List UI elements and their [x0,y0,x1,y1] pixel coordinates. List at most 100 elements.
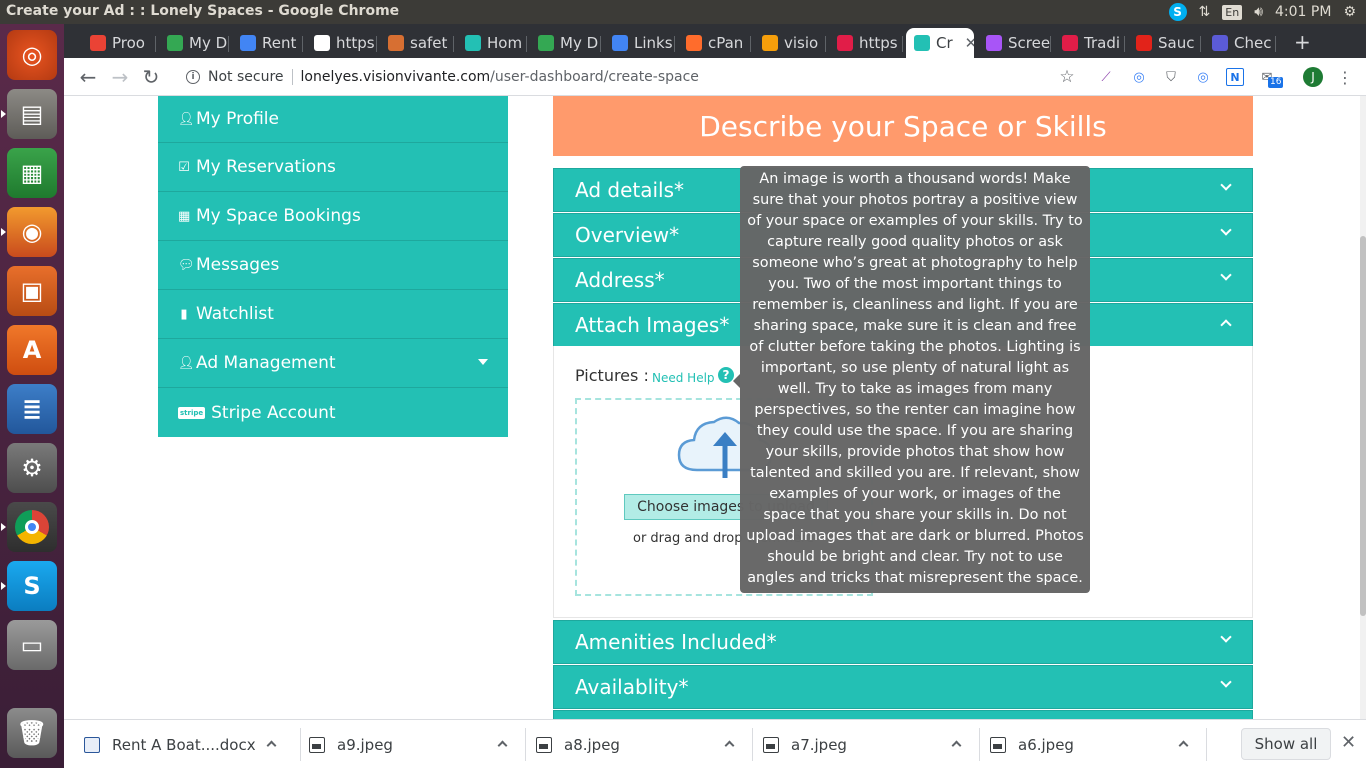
tooltip-text: An image is worth a thousand words! Make… [746,171,1084,586]
tab-label: safet [410,34,448,52]
bookmark-star-icon[interactable]: ☆ [1058,67,1076,87]
n-extension-icon[interactable]: N [1226,68,1244,86]
chevron-up-icon[interactable] [497,740,508,751]
clock[interactable]: 4:01 PM [1275,4,1331,20]
power-gear-icon[interactable]: ⚙ [1343,4,1356,20]
chrome-launcher[interactable] [1,502,57,552]
browser-tab[interactable]: Hom [457,28,527,58]
chevron-up-icon[interactable] [724,740,735,751]
libreoffice-impress-launcher[interactable]: ▣ [7,266,57,316]
app-icon [837,35,853,51]
chevron-up-icon[interactable] [1178,740,1189,751]
extension-circle-icon[interactable]: ◎ [1130,68,1148,86]
vision-icon [762,35,778,51]
download-item[interactable]: a8.jpeg [536,720,756,768]
firefox-launcher[interactable]: ◉ [1,207,57,257]
browser-tab[interactable]: Tradi [1054,28,1125,58]
url-path[interactable]: /user-dashboard/create-space [490,69,699,85]
tab-label: Chec [1234,34,1272,52]
se-icon [388,35,404,51]
stripe-icon: stripe [178,406,206,419]
info-icon[interactable]: i [186,70,200,84]
forward-arrow-icon[interactable]: → [108,65,132,89]
files-launcher[interactable]: ▤ [1,89,57,139]
spreadsheet-icon: ▦ [20,159,44,187]
mail-badge-count: 16 [1268,77,1284,88]
need-help-link[interactable]: Need Help [652,371,715,385]
chevron-up-icon [1220,319,1232,331]
browser-tab-active[interactable]: Cr ✕ [906,28,974,58]
accordion-availability[interactable]: Availablity* [553,665,1253,709]
browser-tab[interactable]: Rent [232,28,303,58]
browser-tab[interactable]: https [306,28,377,58]
browser-tab[interactable]: https [829,28,903,58]
download-item[interactable]: a7.jpeg [763,720,983,768]
trash-launcher[interactable]: 🗑︎ [7,708,57,758]
close-download-shelf-icon[interactable]: ✕ [1341,732,1356,753]
pocket-extension-icon[interactable]: ⛉ [1162,68,1180,86]
reload-icon[interactable]: ↻ [139,65,163,89]
download-item[interactable]: Rent A Boat....docx [84,720,304,768]
back-arrow-icon[interactable]: ← [76,65,100,89]
download-item[interactable]: a6.jpeg [990,720,1210,768]
chevron-up-icon[interactable] [266,740,277,751]
tab-close-icon[interactable]: ✕ [965,34,974,52]
network-icon[interactable]: ⇅ [1199,4,1211,20]
show-all-downloads-button[interactable]: Show all [1241,728,1331,760]
sidebar-item-messages[interactable]: 💬︎ Messages [158,241,508,290]
browser-tab[interactable]: Sauc [1128,28,1201,58]
tab-label: https [859,34,898,52]
libreoffice-calc-launcher[interactable]: ▦ [7,148,57,198]
volume-icon[interactable]: 🔊︎ [1254,4,1263,20]
keyboard-language-indicator[interactable]: En [1222,4,1243,20]
not-secure-label[interactable]: Not secure [208,69,284,85]
tab-separator [526,36,527,52]
caret-down-icon[interactable] [478,359,488,365]
browser-tab[interactable]: Chec [1204,28,1276,58]
sidebar-item-label: My Reservations [196,157,336,177]
question-circle-icon[interactable]: ? [718,367,734,383]
omnibox-divider [291,69,293,85]
tab-label: My D [560,34,599,52]
chrome-menu-icon[interactable]: ⋮ [1336,68,1354,87]
browser-tab[interactable]: visio [754,28,826,58]
browser-tab[interactable]: cPan [678,28,751,58]
browser-tab[interactable]: My D [159,28,229,58]
sidebar-item-ad-management[interactable]: 👤︎ Ad Management [158,339,508,388]
bookmark-icon: ▮ [180,306,188,322]
sidebar-item-my-profile[interactable]: 👤︎ My Profile [158,96,508,143]
browser-tab[interactable]: Links [604,28,675,58]
software-center-launcher[interactable]: A [7,325,57,375]
help-tooltip: An image is worth a thousand words! Make… [733,166,1090,593]
sidebar-item-my-space-bookings[interactable]: ▦ My Space Bookings [158,192,508,241]
skype-tray-icon[interactable]: S [1168,3,1187,21]
skype-launcher[interactable]: S [1,561,57,611]
browser-tab[interactable]: Scree [978,28,1051,58]
address-bar[interactable]: i Not secure lonelyes.visionvivante.com … [174,62,1074,92]
libreoffice-writer-launcher[interactable]: ≣ [7,384,57,434]
browser-tab[interactable]: My D [530,28,601,58]
profile-avatar[interactable]: J [1303,67,1323,87]
system-settings-launcher[interactable]: ⚙ [7,443,57,493]
feather-extension-icon[interactable]: ⟋ [1097,68,1115,86]
sidebar-item-watchlist[interactable]: ▮ Watchlist [158,290,508,339]
disk-launcher[interactable]: ▭ [7,620,57,670]
mail-extension-icon[interactable]: ✉ 16 [1258,68,1284,88]
accordion-amenities[interactable]: Amenities Included* [553,620,1253,664]
page-scrollbar[interactable] [1360,96,1366,719]
browser-tab[interactable]: Proo [82,28,156,58]
presentation-icon: ▣ [20,277,44,305]
sidebar-item-stripe-account[interactable]: stripe Stripe Account [158,388,508,437]
extension-target-icon[interactable]: ◎ [1194,68,1212,86]
download-item[interactable]: a9.jpeg [309,720,529,768]
url-host[interactable]: lonelyes.visionvivante.com [301,69,491,85]
new-tab-button[interactable]: + [1294,30,1311,54]
tab-label: My D [189,34,228,52]
sidebar-item-my-reservations[interactable]: ☑ My Reservations [158,143,508,192]
ubuntu-dash-button[interactable]: ◎ [7,30,57,80]
accordion-next-section[interactable] [553,710,1253,719]
chevron-up-icon[interactable] [951,740,962,751]
browser-tab[interactable]: safet [380,28,454,58]
scrollbar-thumb[interactable] [1360,236,1366,616]
hex-icon [914,35,930,51]
